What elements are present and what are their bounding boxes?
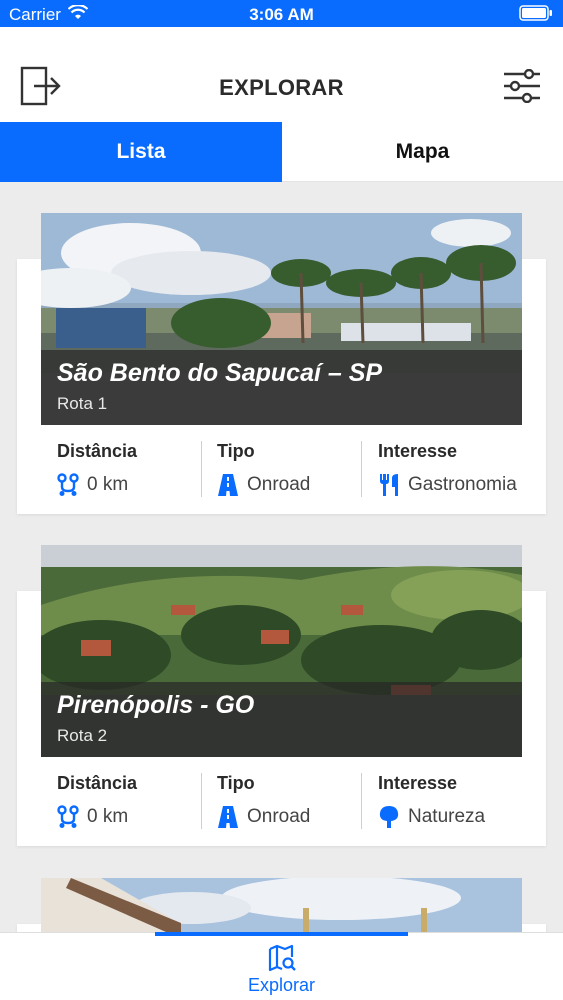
type-value: Onroad [247, 806, 311, 827]
road-icon [217, 805, 239, 829]
photo-caption: Pirenópolis - GO Rota 2 [41, 682, 522, 757]
road-icon [217, 473, 239, 497]
column-divider [201, 441, 202, 497]
battery-icon [519, 5, 553, 26]
fork-knife-icon [378, 473, 400, 497]
tab-explorar[interactable]: Explorar [230, 941, 333, 996]
distance-value: 0 km [87, 806, 129, 827]
column-divider [201, 773, 202, 829]
type-label: Tipo [217, 441, 255, 461]
type-column: Tipo Onroad [217, 757, 310, 847]
interest-value: Natureza [408, 806, 486, 827]
route-pin-icon [57, 805, 79, 829]
tab-lista[interactable]: Lista [0, 122, 282, 182]
route-info: Distância 0 km Tipo Onroad Interesse Nat… [17, 757, 546, 847]
route-city: Pirenópolis - GO [57, 691, 255, 719]
route-number: Rota 1 [57, 394, 108, 413]
column-divider [361, 441, 362, 497]
distance-column: Distância 0 km [57, 757, 137, 847]
column-divider [361, 773, 362, 829]
nav-bar: EXPLORAR [0, 27, 563, 122]
tree-icon [378, 805, 400, 829]
type-value: Onroad [247, 474, 311, 495]
route-number: Rota 2 [57, 726, 108, 745]
type-label: Tipo [217, 773, 255, 793]
view-segmented-control: Lista Mapa [0, 122, 563, 182]
page-title: EXPLORAR [219, 75, 344, 100]
distance-label: Distância [57, 441, 138, 461]
photo-caption: São Bento do Sapucaí – SP Rota 1 [41, 350, 522, 425]
tab-bar: Explorar [0, 932, 563, 1000]
route-info: Distância 0 km Tipo Onroad Interesse Gas… [17, 425, 546, 515]
route-photo[interactable]: Pirenópolis - GO Rota 2 [41, 545, 522, 757]
interest-label: Interesse [378, 441, 458, 461]
tab-active-indicator [155, 932, 408, 936]
interest-label: Interesse [378, 773, 458, 793]
interest-value: Gastronomia [408, 474, 517, 495]
status-bar: Carrier 3:06 AM [0, 0, 563, 27]
route-pin-icon [57, 473, 79, 497]
distance-column: Distância 0 km [57, 425, 137, 515]
filter-sliders-icon[interactable] [503, 68, 541, 104]
tab-mapa[interactable]: Mapa [282, 122, 563, 182]
route-photo[interactable] [41, 878, 522, 932]
tab-label: Explorar [247, 975, 316, 995]
distance-label: Distância [57, 773, 138, 793]
interest-column: Interesse Natureza [378, 757, 485, 847]
map-search-icon [267, 943, 297, 973]
interest-column: Interesse Gastronomia [378, 425, 517, 515]
clock-time: 3:06 AM [249, 5, 314, 24]
distance-value: 0 km [87, 474, 129, 495]
route-city: São Bento do Sapucaí – SP [57, 359, 383, 387]
route-photo[interactable]: São Bento do Sapucaí – SP Rota 1 [41, 213, 522, 425]
type-column: Tipo Onroad [217, 425, 310, 515]
